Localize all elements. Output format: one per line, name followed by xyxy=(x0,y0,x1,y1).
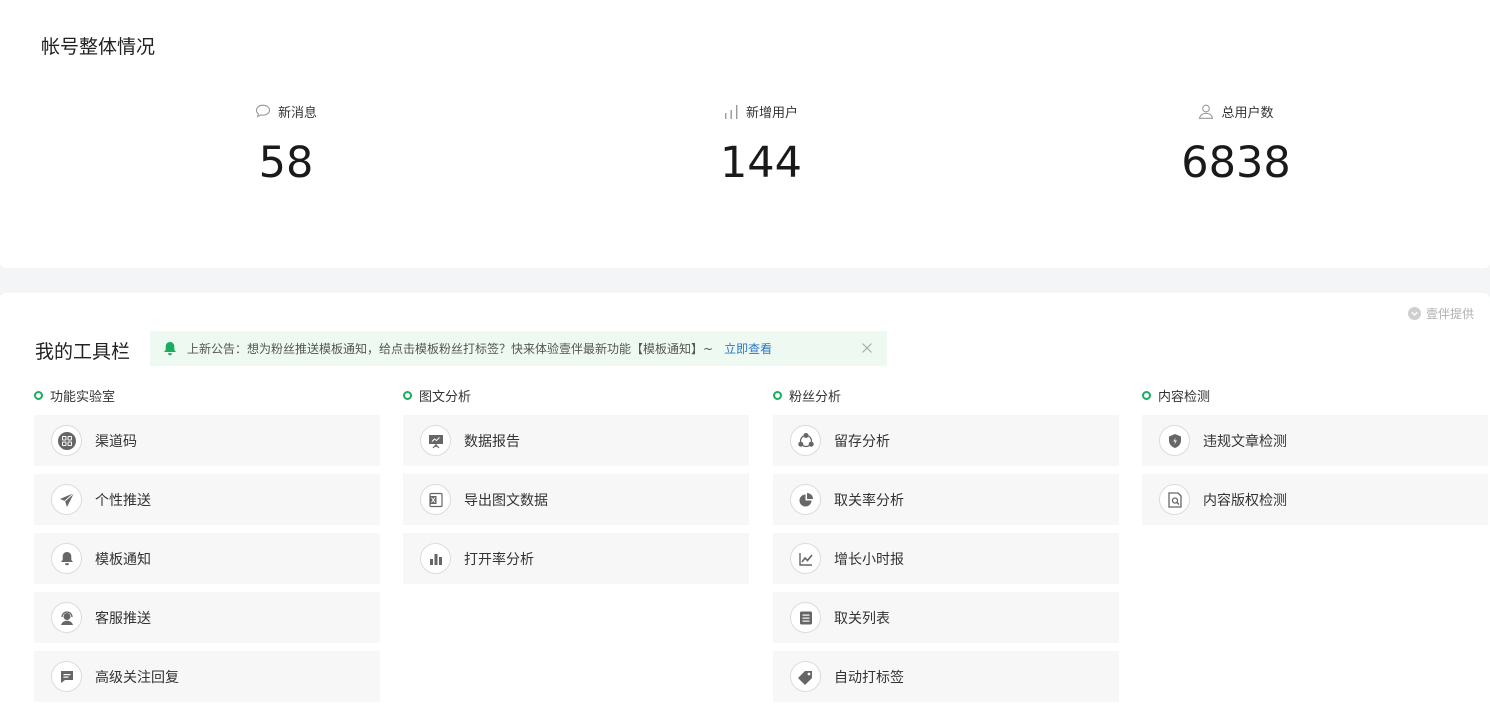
stat-value: 58 xyxy=(258,138,314,188)
presentation-icon xyxy=(420,425,451,456)
bell-icon xyxy=(51,543,82,574)
tool-item-label: 渠道码 xyxy=(95,433,137,450)
tool-item-label: 打开率分析 xyxy=(464,551,534,568)
tool-item-data-report[interactable]: 数据报告 xyxy=(403,415,749,466)
column-title: 图文分析 xyxy=(419,389,472,405)
toolbar-title: 我的工具栏 xyxy=(35,341,131,363)
tool-item-unfollow-list[interactable]: 取关列表 xyxy=(773,592,1119,643)
document-search-icon xyxy=(1159,484,1190,515)
paper-plane-icon xyxy=(51,484,82,515)
stat-label: 新消息 xyxy=(277,105,317,121)
qrcode-icon xyxy=(51,425,82,456)
shield-icon xyxy=(1159,425,1190,456)
my-toolbar-panel: 壹伴提供 我的工具栏 上新公告：想为粉丝推送模板通知，给点击模板粉丝打标签？快来… xyxy=(0,293,1490,710)
bell-icon xyxy=(164,342,176,356)
tool-item-unfollow-rate[interactable]: 取关率分析 xyxy=(773,474,1119,525)
tool-item-label: 导出图文数据 xyxy=(464,492,548,509)
account-overview-panel: 帐号整体情况 新消息 58 新增用户 144 总用户数 6838 xyxy=(0,0,1490,268)
tool-column-fans-analysis: 粉丝分析 留存分析 取关率分析 增长小时报 取关列表 自动打标签 xyxy=(773,385,1119,710)
tool-item-label: 自动打标签 xyxy=(834,669,904,686)
column-title: 内容检测 xyxy=(1158,389,1211,405)
pie-chart-icon xyxy=(790,484,821,515)
headset-icon xyxy=(51,602,82,633)
stat-new-users[interactable]: 新增用户 144 xyxy=(611,100,911,188)
close-icon[interactable] xyxy=(859,340,875,356)
tool-item-advanced-reply[interactable]: 高级关注回复 xyxy=(34,651,380,702)
tool-item-open-rate[interactable]: 打开率分析 xyxy=(403,533,749,584)
list-icon xyxy=(790,602,821,633)
tool-item-label: 增长小时报 xyxy=(834,551,904,568)
column-title: 粉丝分析 xyxy=(789,389,842,405)
bullet-dot-icon xyxy=(403,390,412,400)
message-icon xyxy=(255,104,271,118)
stat-value: 6838 xyxy=(1181,138,1291,188)
tool-item-label: 留存分析 xyxy=(834,433,890,450)
stat-label: 新增用户 xyxy=(745,105,798,121)
stat-new-messages[interactable]: 新消息 58 xyxy=(136,100,436,188)
tool-item-label: 违规文章检测 xyxy=(1203,433,1287,450)
announcement-banner: 上新公告：想为粉丝推送模板通知，给点击模板粉丝打标签？快来体验壹伴最新功能【模板… xyxy=(150,331,887,366)
tool-item-label: 个性推送 xyxy=(95,492,151,509)
view-now-link[interactable]: 立即查看 xyxy=(724,340,772,357)
tool-item-label: 内容版权检测 xyxy=(1203,492,1287,509)
tool-item-label: 数据报告 xyxy=(464,433,520,450)
tool-item-label: 模板通知 xyxy=(95,551,151,568)
tool-item-label: 取关率分析 xyxy=(834,492,904,509)
tool-column-content-check: 内容检测 违规文章检测 内容版权检测 xyxy=(1142,385,1488,533)
tool-item-export-data[interactable]: 导出图文数据 xyxy=(403,474,749,525)
network-icon xyxy=(790,425,821,456)
user-icon xyxy=(1199,104,1214,119)
chat-bubble-icon xyxy=(51,661,82,692)
tool-item-hourly-growth[interactable]: 增长小时报 xyxy=(773,533,1119,584)
announcement-text: 上新公告：想为粉丝推送模板通知，给点击模板粉丝打标签？快来体验壹伴最新功能【模板… xyxy=(187,342,714,356)
bullet-dot-icon xyxy=(34,390,43,400)
tool-item-label: 高级关注回复 xyxy=(95,669,179,686)
tool-column-article-analysis: 图文分析 数据报告 导出图文数据 打开率分析 xyxy=(403,385,749,592)
tool-item-violation-check[interactable]: 违规文章检测 xyxy=(1142,415,1488,466)
tool-column-lab: 功能实验室 渠道码 个性推送 模板通知 客服推送 高级关注回复 xyxy=(34,385,380,710)
tag-icon xyxy=(790,661,821,692)
tool-item-service-push[interactable]: 客服推送 xyxy=(34,592,380,643)
bullet-dot-icon xyxy=(1142,390,1151,400)
tool-item-label: 取关列表 xyxy=(834,610,890,627)
overview-title: 帐号整体情况 xyxy=(41,36,156,58)
tool-item-channel-qrcode[interactable]: 渠道码 xyxy=(34,415,380,466)
tool-item-template-notice[interactable]: 模板通知 xyxy=(34,533,380,584)
excel-export-icon xyxy=(420,484,451,515)
tool-item-auto-tag[interactable]: 自动打标签 xyxy=(773,651,1119,702)
column-title: 功能实验室 xyxy=(50,389,116,405)
tool-item-personal-push[interactable]: 个性推送 xyxy=(34,474,380,525)
tool-item-retention[interactable]: 留存分析 xyxy=(773,415,1119,466)
tool-item-label: 客服推送 xyxy=(95,610,151,627)
bar-chart-icon xyxy=(420,543,451,574)
provider-label: 壹伴提供 xyxy=(1425,307,1474,321)
chevron-down-circle-icon xyxy=(1407,307,1421,320)
stat-label: 总用户数 xyxy=(1221,105,1274,121)
bullet-dot-icon xyxy=(773,390,782,400)
stat-total-users[interactable]: 总用户数 6838 xyxy=(1086,100,1386,188)
tool-item-copyright-check[interactable]: 内容版权检测 xyxy=(1142,474,1488,525)
provider-badge: 壹伴提供 xyxy=(1407,305,1474,322)
stat-value: 144 xyxy=(719,138,803,188)
line-chart-icon xyxy=(790,543,821,574)
bar-chart-icon xyxy=(724,104,738,119)
